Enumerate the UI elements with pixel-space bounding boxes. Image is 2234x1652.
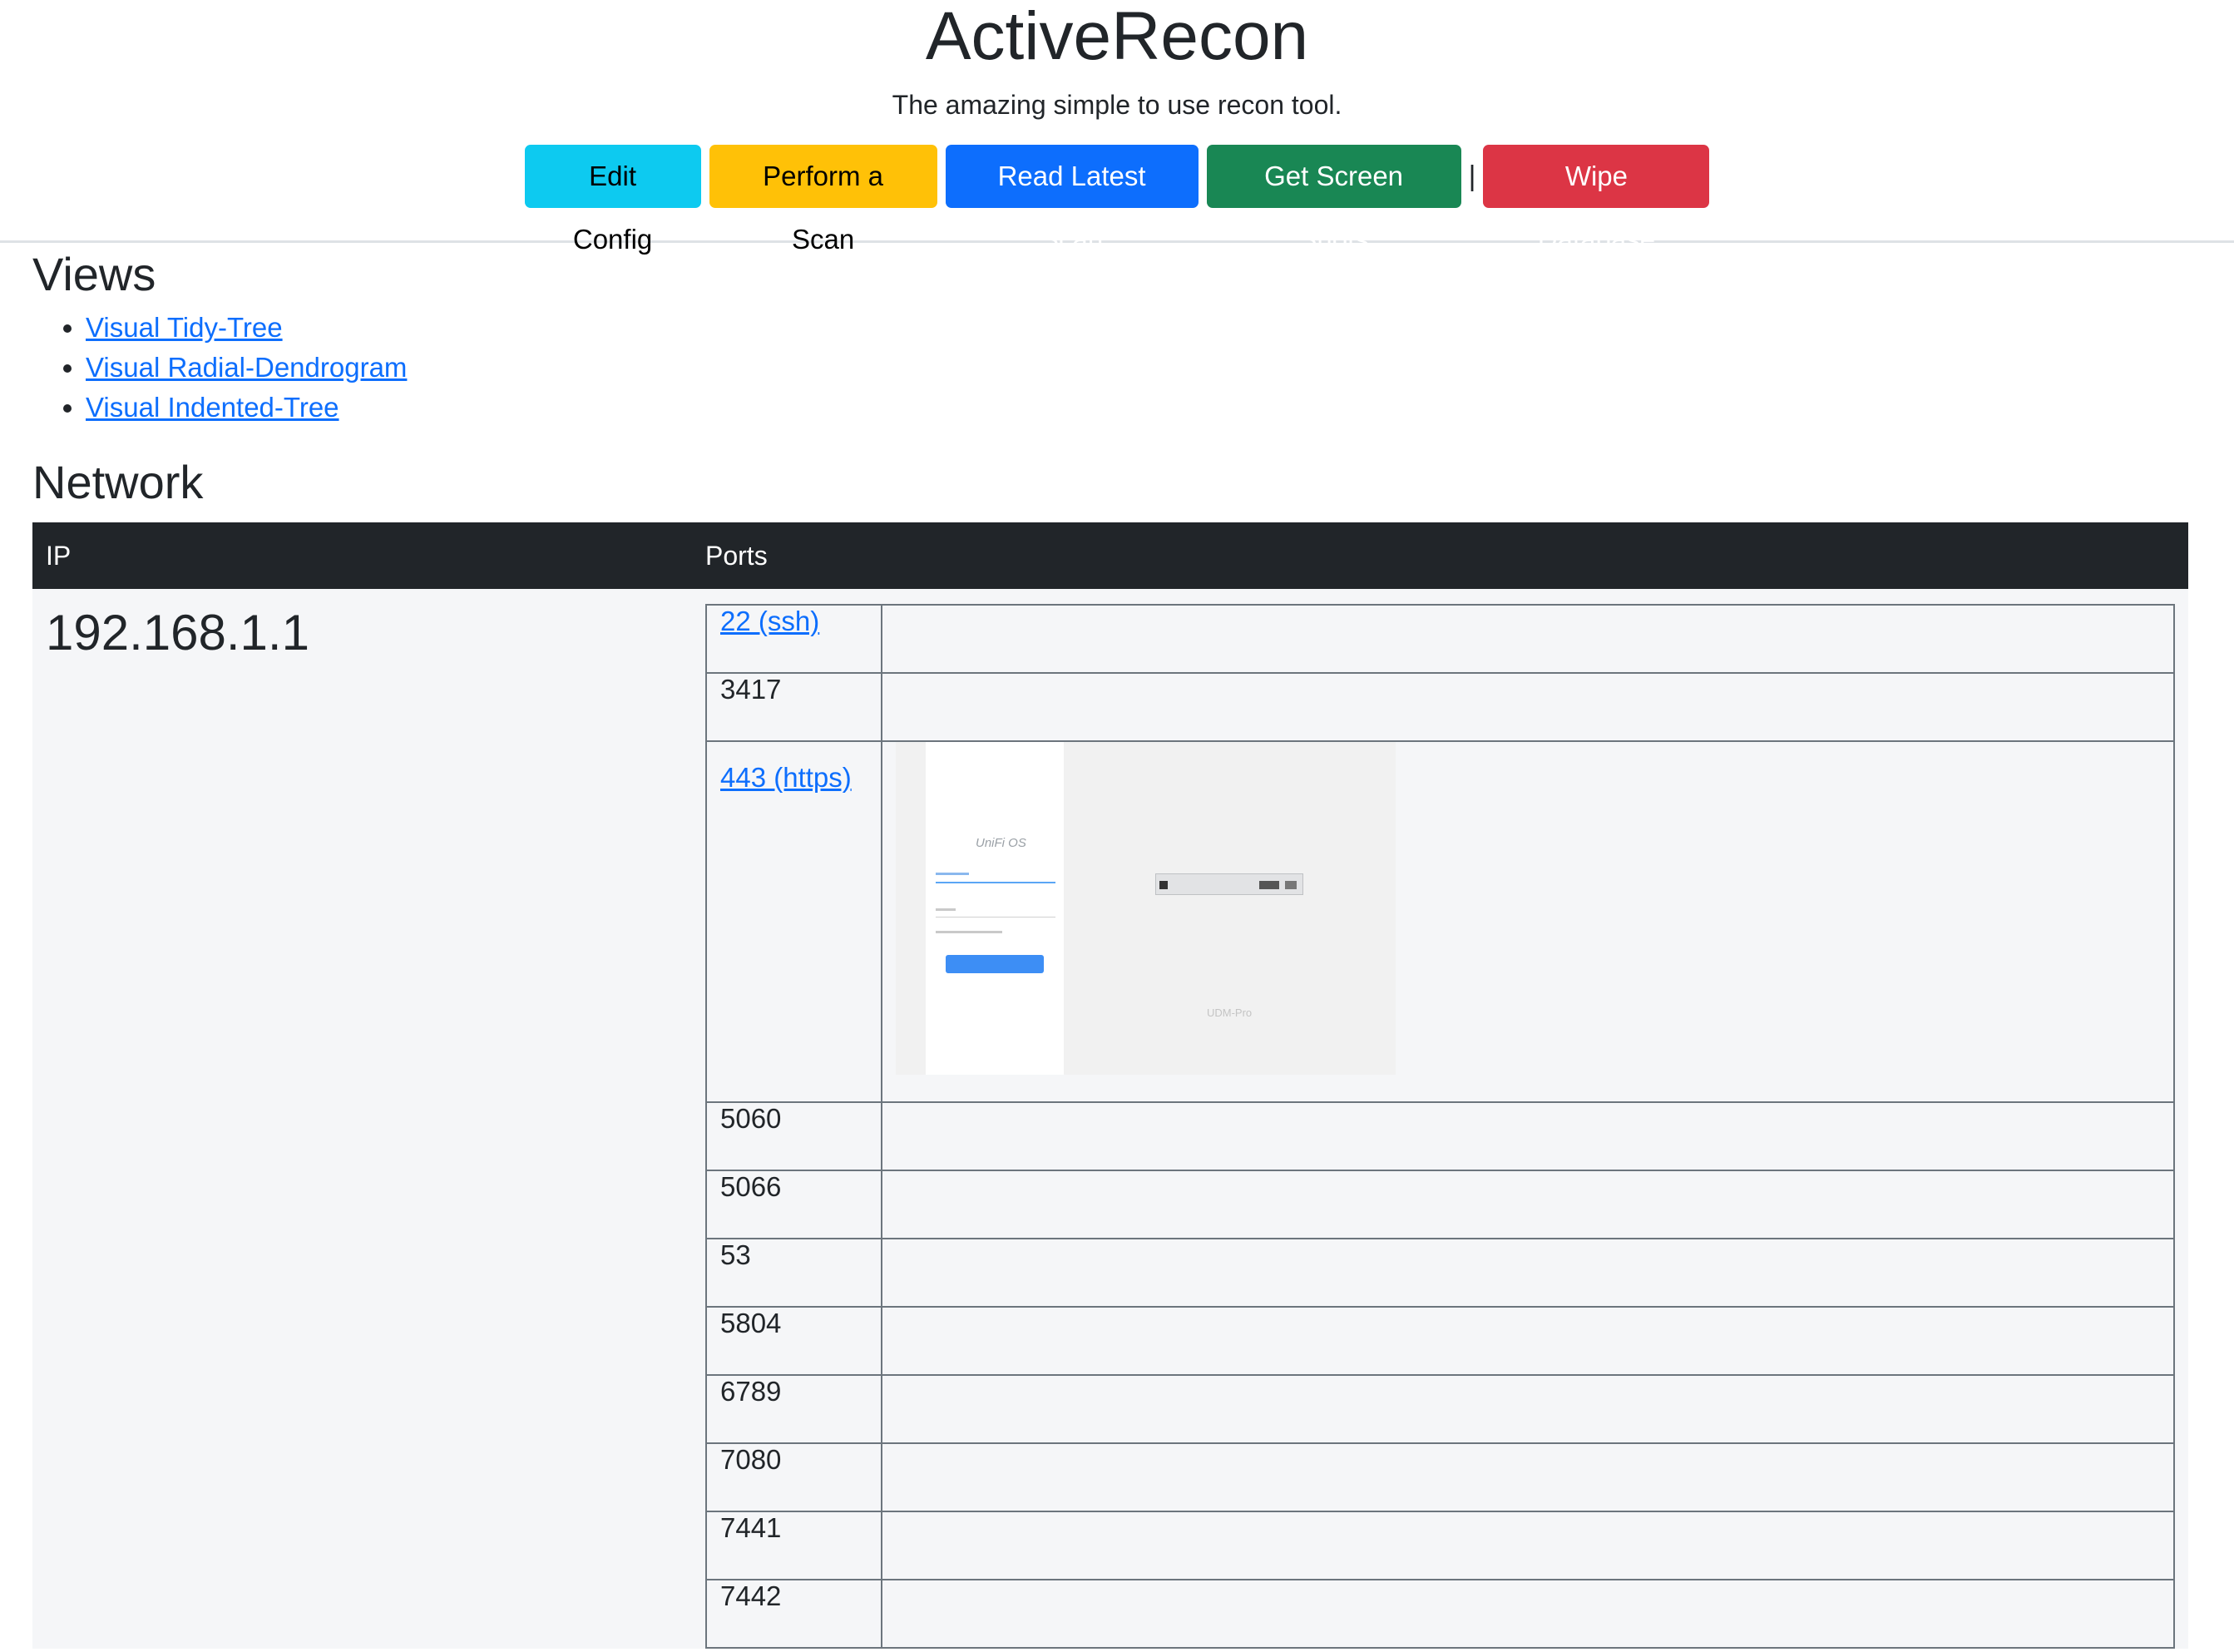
views-list: Visual Tidy-Tree Visual Radial-Dendrogra… bbox=[32, 308, 2202, 428]
port-link-https[interactable]: 443 (https) bbox=[720, 762, 852, 793]
port-cell: 443 (https) bbox=[705, 740, 882, 1103]
port-detail-cell: UniFi OS UDM-Pro bbox=[881, 740, 2175, 1103]
port-row: 7442 bbox=[705, 1579, 2175, 1649]
table-row: 192.168.1.1 22 (ssh) 3417 443 (https) Un… bbox=[32, 589, 2188, 1649]
web-screenshot-thumbnail[interactable]: UniFi OS UDM-Pro bbox=[896, 742, 1396, 1075]
port-row: 5060 bbox=[705, 1101, 2175, 1171]
screenshot-username-field bbox=[936, 882, 1055, 883]
port-cell: 3417 bbox=[705, 672, 882, 742]
get-screen-shots-button[interactable]: Get Screen Shots bbox=[1206, 145, 1461, 255]
screenshot-left-margin bbox=[896, 742, 926, 1075]
device-port-square bbox=[1159, 881, 1168, 889]
main-content: Views Visual Tidy-Tree Visual Radial-Den… bbox=[0, 248, 2234, 1649]
network-table: IP Ports 192.168.1.1 22 (ssh) 3417 443 (… bbox=[32, 522, 2188, 1649]
tidy-tree-link[interactable]: Visual Tidy-Tree bbox=[86, 312, 283, 343]
port-detail-cell bbox=[881, 1579, 2175, 1649]
port-row: 5066 bbox=[705, 1170, 2175, 1239]
port-cell: 53 bbox=[705, 1238, 882, 1308]
wipe-database-button[interactable]: Wipe Database bbox=[1483, 145, 1710, 255]
radial-dendrogram-link[interactable]: Visual Radial-Dendrogram bbox=[86, 352, 407, 383]
screenshot-device-label: UDM-Pro bbox=[1207, 1007, 1253, 1019]
app-title: ActiveRecon bbox=[925, 0, 1309, 74]
port-detail-cell bbox=[881, 1511, 2175, 1580]
list-item: Visual Tidy-Tree bbox=[86, 308, 2202, 348]
edit-config-button[interactable]: Edit Config bbox=[524, 145, 701, 255]
port-detail-cell bbox=[881, 1442, 2175, 1512]
ip-column-header: IP bbox=[32, 522, 692, 589]
views-heading: Views bbox=[32, 248, 156, 300]
device-port-block bbox=[1259, 881, 1279, 889]
toolbar: Edit Config Perform a Scan Read Latest S… bbox=[0, 145, 2234, 255]
port-detail-cell bbox=[881, 1101, 2175, 1171]
port-row: 22 (ssh) bbox=[705, 604, 2175, 674]
screenshot-password-field bbox=[936, 917, 1055, 918]
port-detail-cell bbox=[881, 1374, 2175, 1444]
port-cell: 7442 bbox=[705, 1579, 882, 1649]
port-detail-cell bbox=[881, 1306, 2175, 1376]
port-link-ssh[interactable]: 22 (ssh) bbox=[720, 606, 819, 636]
port-row: 443 (https) UniFi OS UDM-Pro bbox=[705, 740, 2175, 1103]
screenshot-logo: UniFi OS bbox=[976, 836, 1026, 850]
perform-scan-button[interactable]: Perform a Scan bbox=[709, 145, 937, 255]
port-detail-cell bbox=[881, 1170, 2175, 1239]
port-detail-cell bbox=[881, 1238, 2175, 1308]
list-item: Visual Indented-Tree bbox=[86, 388, 2202, 428]
screenshot-field-label bbox=[936, 873, 969, 875]
ports-column-header: Ports bbox=[692, 522, 2188, 589]
toolbar-separator: | bbox=[1468, 160, 1476, 192]
router-device-image bbox=[1155, 873, 1303, 895]
screenshot-field-label bbox=[936, 908, 956, 911]
port-detail-cell bbox=[881, 672, 2175, 742]
host-ports-cell: 22 (ssh) 3417 443 (https) UniFi OS UDM-P… bbox=[692, 589, 2188, 1649]
port-row: 7080 bbox=[705, 1442, 2175, 1512]
indented-tree-link[interactable]: Visual Indented-Tree bbox=[86, 392, 339, 423]
port-cell: 7441 bbox=[705, 1511, 882, 1580]
ports-table: 22 (ssh) 3417 443 (https) UniFi OS UDM-P… bbox=[705, 604, 2175, 1649]
app-subtitle: The amazing simple to use recon tool. bbox=[892, 90, 1342, 120]
port-cell: 5804 bbox=[705, 1306, 882, 1376]
port-cell: 7080 bbox=[705, 1442, 882, 1512]
port-row: 3417 bbox=[705, 672, 2175, 742]
page-header: ActiveRecon The amazing simple to use re… bbox=[0, 0, 2234, 255]
list-item: Visual Radial-Dendrogram bbox=[86, 348, 2202, 388]
port-cell: 22 (ssh) bbox=[705, 604, 882, 674]
port-cell: 5066 bbox=[705, 1170, 882, 1239]
read-latest-scan-button[interactable]: Read Latest Scan bbox=[945, 145, 1199, 255]
device-port-block bbox=[1285, 881, 1297, 889]
port-row: 53 bbox=[705, 1238, 2175, 1308]
network-heading: Network bbox=[32, 456, 204, 508]
screenshot-remember-checkbox bbox=[936, 931, 1002, 933]
host-ip: 192.168.1.1 bbox=[32, 589, 692, 1649]
port-cell: 6789 bbox=[705, 1374, 882, 1444]
port-row: 5804 bbox=[705, 1306, 2175, 1376]
port-row: 6789 bbox=[705, 1374, 2175, 1444]
port-cell: 5060 bbox=[705, 1101, 882, 1171]
screenshot-signin-button bbox=[946, 955, 1044, 973]
port-detail-cell bbox=[881, 604, 2175, 674]
table-header-row: IP Ports bbox=[32, 522, 2188, 589]
port-row: 7441 bbox=[705, 1511, 2175, 1580]
